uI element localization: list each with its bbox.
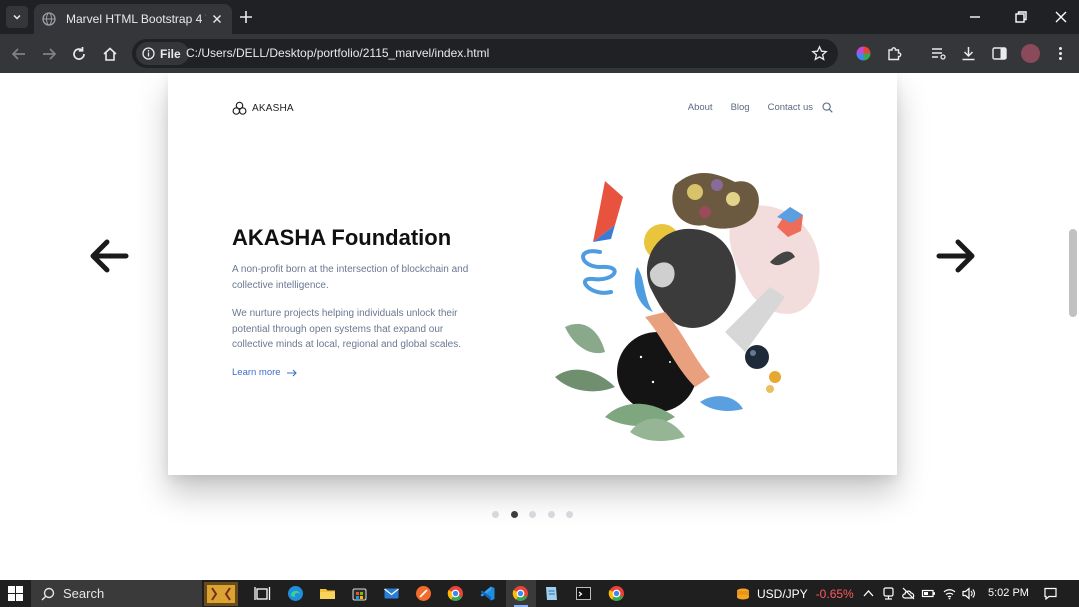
carousel-dot-3[interactable] xyxy=(529,511,536,518)
search-icon xyxy=(41,587,55,600)
chevron-up-icon[interactable] xyxy=(861,586,876,601)
mail-icon[interactable] xyxy=(383,585,400,602)
hero-title: AKASHA Foundation xyxy=(232,225,452,250)
extensions-puzzle-icon[interactable] xyxy=(886,45,903,62)
profile-avatar[interactable] xyxy=(1021,44,1040,63)
tab-title: Marvel HTML Bootstrap 4 Temp xyxy=(66,12,206,26)
close-icon[interactable] xyxy=(210,12,224,26)
forward-icon[interactable] xyxy=(40,45,58,63)
bookmark-star-icon[interactable] xyxy=(811,45,828,62)
media-controls-icon[interactable] xyxy=(930,45,947,62)
chrome-icon[interactable] xyxy=(447,585,464,602)
site-info-label: File xyxy=(160,46,181,61)
home-icon[interactable] xyxy=(101,45,119,63)
terminal-icon[interactable] xyxy=(575,585,592,602)
chevron-down-icon xyxy=(13,14,21,20)
browser-toolbar: File C:/Users/DELL/Desktop/portfolio/211… xyxy=(0,34,1079,73)
site-info-button[interactable]: File xyxy=(136,42,189,65)
browser-tab[interactable]: Marvel HTML Bootstrap 4 Temp xyxy=(34,4,232,34)
wifi-icon[interactable] xyxy=(942,586,957,601)
task-view-icon[interactable] xyxy=(254,585,271,602)
carousel-indicators xyxy=(492,511,585,518)
vscode-icon[interactable] xyxy=(479,585,496,602)
reload-icon[interactable] xyxy=(70,45,88,63)
notification-icon[interactable] xyxy=(1043,586,1058,601)
window-close-icon[interactable] xyxy=(1054,10,1068,24)
minimize-icon[interactable] xyxy=(968,10,982,24)
windows-start-icon[interactable] xyxy=(8,586,23,601)
chrome-icon[interactable] xyxy=(608,585,625,602)
brand-logo[interactable]: AKASHA xyxy=(232,101,294,116)
carousel-slide: AKASHA About Blog Contact us AKASHA Foun… xyxy=(168,73,897,475)
address-bar[interactable]: File C:/Users/DELL/Desktop/portfolio/211… xyxy=(132,39,838,68)
carousel-prev-arrow-icon[interactable] xyxy=(86,233,132,279)
triskele-logo-icon xyxy=(232,101,247,115)
chrome-icon[interactable] xyxy=(512,585,529,602)
download-icon[interactable] xyxy=(960,45,977,62)
arrow-right-icon xyxy=(286,369,297,376)
carousel-dot-4[interactable] xyxy=(547,511,555,518)
page-scrollbar[interactable] xyxy=(1067,73,1079,580)
back-icon[interactable] xyxy=(10,45,28,63)
file-explorer-icon[interactable] xyxy=(319,585,336,602)
volume-icon[interactable] xyxy=(961,586,976,601)
hero-collage-illustration xyxy=(555,172,820,442)
new-tab-icon[interactable] xyxy=(238,9,254,25)
nav-link-contact[interactable]: Contact us xyxy=(768,102,813,113)
learn-more-link[interactable]: Learn more xyxy=(232,367,298,378)
url-text[interactable]: C:/Users/DELL/Desktop/portfolio/2115_mar… xyxy=(186,46,489,60)
tab-search-button[interactable] xyxy=(6,6,28,28)
search-icon[interactable] xyxy=(822,102,833,113)
main-nav: About Blog Contact us xyxy=(670,102,833,113)
cloud-icon[interactable] xyxy=(901,586,916,601)
orange-app-icon[interactable] xyxy=(415,585,432,602)
search-highlight-art-icon[interactable] xyxy=(204,582,238,606)
taskbar-search-box[interactable]: Search xyxy=(31,580,202,607)
carousel-dot-1[interactable] xyxy=(492,511,499,518)
more-menu-icon[interactable] xyxy=(1052,45,1069,62)
ticker-change: -0.65% xyxy=(815,587,854,601)
scrollbar-thumb[interactable] xyxy=(1069,229,1077,317)
brand-name: AKASHA xyxy=(252,103,294,114)
taskbar-search-label: Search xyxy=(63,586,105,601)
color-extension-icon[interactable] xyxy=(855,45,872,62)
page-viewport: AKASHA About Blog Contact us AKASHA Foun… xyxy=(0,73,1079,580)
side-panel-icon[interactable] xyxy=(991,45,1008,62)
hero-paragraph-2: We nurture projects helping individuals … xyxy=(232,308,462,350)
ticker-symbol: USD/JPY xyxy=(757,587,808,601)
carousel-dot-5[interactable] xyxy=(566,511,573,518)
globe-icon xyxy=(42,12,56,26)
microsoft-store-icon[interactable] xyxy=(351,585,368,602)
taskbar-clock[interactable]: 5:02 PM xyxy=(988,587,1029,599)
webcam-icon[interactable] xyxy=(881,586,896,601)
browser-tab-bar: Marvel HTML Bootstrap 4 Temp xyxy=(0,0,1079,34)
restore-icon[interactable] xyxy=(1014,10,1028,24)
carousel-dot-2[interactable] xyxy=(510,511,518,518)
edge-browser-icon[interactable] xyxy=(287,585,304,602)
hero-paragraph-1: A non-profit born at the intersection of… xyxy=(232,264,469,291)
carousel-next-arrow-icon[interactable] xyxy=(933,233,979,279)
windows-taskbar: Search USD/JPY -0.65% 5:02 PM xyxy=(0,580,1079,607)
info-icon xyxy=(142,47,155,60)
nav-link-about[interactable]: About xyxy=(688,102,713,113)
notepad-icon[interactable] xyxy=(543,585,560,602)
learn-more-label: Learn more xyxy=(232,367,281,378)
coins-icon xyxy=(737,588,749,600)
currency-ticker-widget[interactable]: USD/JPY -0.65% xyxy=(735,586,854,602)
nav-link-blog[interactable]: Blog xyxy=(731,102,750,113)
battery-icon[interactable] xyxy=(921,586,936,601)
